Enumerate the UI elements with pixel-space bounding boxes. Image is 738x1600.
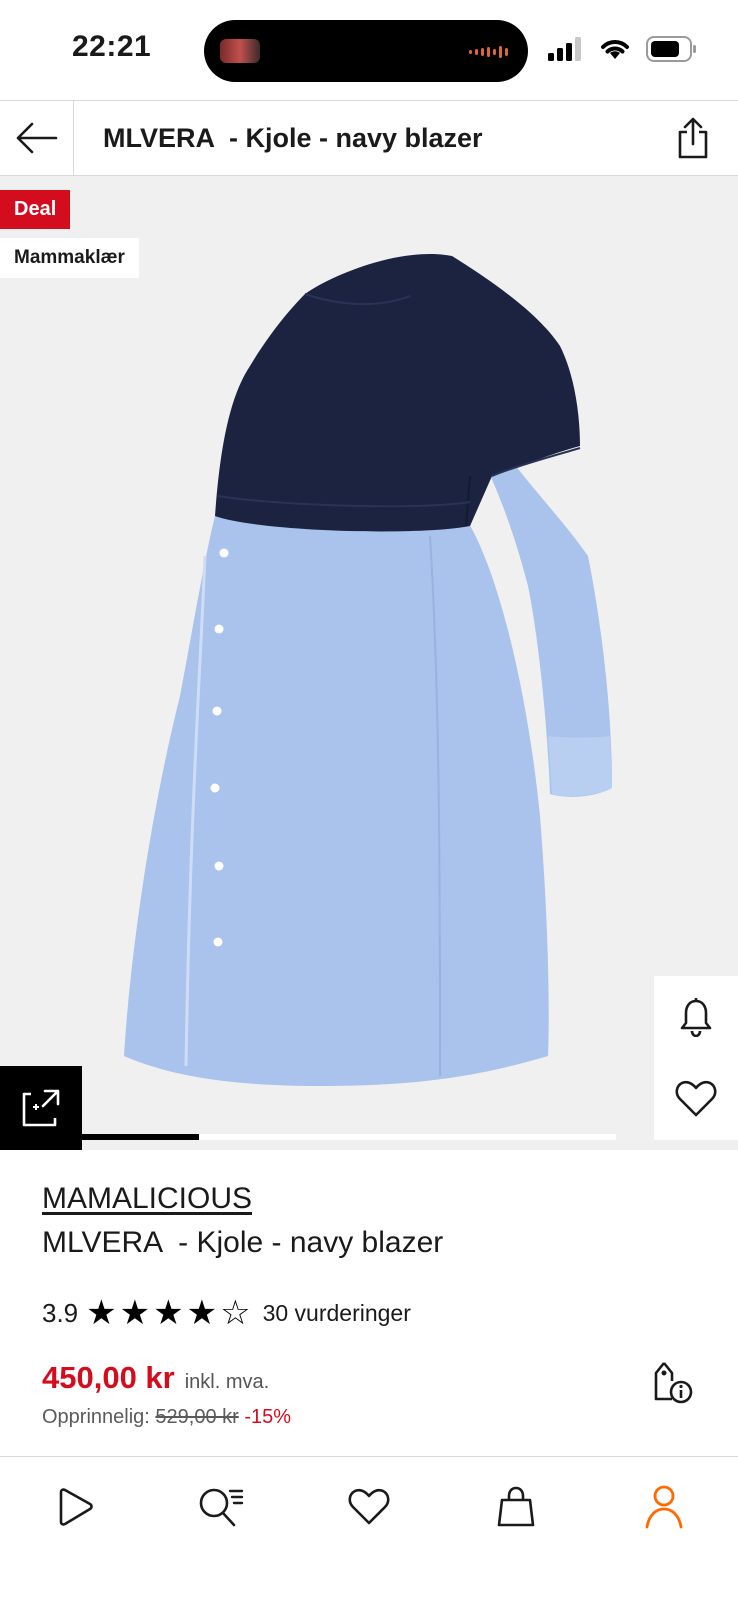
heart-icon	[675, 1080, 717, 1117]
price-info-button[interactable]	[646, 1356, 698, 1408]
nav-discover[interactable]	[44, 1477, 104, 1537]
zoom-button[interactable]	[0, 1066, 82, 1150]
audio-wave-icon	[469, 46, 508, 58]
back-button[interactable]	[0, 101, 74, 175]
status-time: 22:21	[72, 30, 152, 63]
price-row: 450,00 kr inkl. mva.	[42, 1360, 269, 1396]
star-filled-icon: ★	[119, 1294, 151, 1332]
product-photo	[124, 254, 612, 1086]
original-label: Opprinnelig:	[42, 1406, 150, 1428]
share-icon	[678, 117, 708, 159]
app-header: MLVERA - Kjole - navy blazer	[0, 100, 738, 176]
bell-icon	[680, 998, 712, 1037]
heart-icon	[348, 1488, 390, 1525]
nav-search[interactable]	[191, 1477, 251, 1537]
header-title: MLVERA - Kjole - navy blazer	[103, 123, 483, 153]
bag-icon	[497, 1486, 535, 1527]
status-bar: 22:21	[0, 0, 738, 100]
rating-row[interactable]: 3.9 ★ ★ ★ ★ ☆ 30 vurderinger	[42, 1295, 411, 1331]
play-icon	[59, 1488, 93, 1526]
star-empty-icon: ☆	[220, 1294, 251, 1332]
wifi-icon	[601, 40, 629, 59]
reviews-link[interactable]: 30 vurderinger	[263, 1300, 411, 1327]
star-filled-icon: ★	[153, 1294, 184, 1332]
gallery-progress	[82, 1134, 616, 1140]
star-filled-icon: ★	[86, 1294, 117, 1332]
battery-icon	[646, 36, 696, 62]
now-playing-thumbnail	[220, 39, 260, 63]
side-actions	[654, 976, 738, 1140]
nav-wishlist[interactable]	[339, 1477, 399, 1537]
category-badge: Mammaklær	[0, 238, 139, 278]
deal-badge: Deal	[0, 190, 71, 229]
search-list-icon	[199, 1488, 244, 1527]
original-price-row: Opprinnelig: 529,00 kr -15%	[42, 1406, 291, 1429]
current-price: 450,00 kr	[42, 1360, 175, 1395]
nav-profile[interactable]	[634, 1477, 694, 1537]
rating-value: 3.9	[42, 1297, 79, 1328]
zoom-expand-icon	[22, 1089, 60, 1127]
star-filled-icon: ★	[186, 1294, 218, 1332]
product-image-gallery[interactable]: Deal Mammaklær	[0, 176, 738, 1150]
profile-icon	[645, 1485, 683, 1529]
product-info: MAMALICIOUS MLVERA - Kjole - navy blazer…	[0, 1150, 738, 1456]
wishlist-button[interactable]	[654, 1058, 738, 1140]
rating-stars: ★ ★ ★ ★ ☆	[86, 1296, 250, 1330]
share-button[interactable]	[668, 113, 718, 163]
arrow-left-icon	[16, 122, 57, 154]
bottom-nav	[0, 1456, 738, 1600]
vat-note: inkl. mva.	[184, 1371, 270, 1393]
nav-bag[interactable]	[486, 1477, 546, 1537]
brand-link[interactable]: MAMALICIOUS	[42, 1182, 252, 1216]
gallery-progress-fill	[82, 1134, 200, 1140]
price-tag-info-icon	[654, 1362, 693, 1404]
dynamic-island	[204, 20, 528, 82]
stock-alert-button[interactable]	[654, 976, 738, 1058]
cellular-signal-icon	[548, 37, 581, 61]
original-price: 529,00 kr	[155, 1406, 239, 1428]
product-name: MLVERA - Kjole - navy blazer	[42, 1226, 444, 1259]
status-icons	[548, 36, 698, 62]
discount-badge: -15%	[244, 1406, 292, 1428]
